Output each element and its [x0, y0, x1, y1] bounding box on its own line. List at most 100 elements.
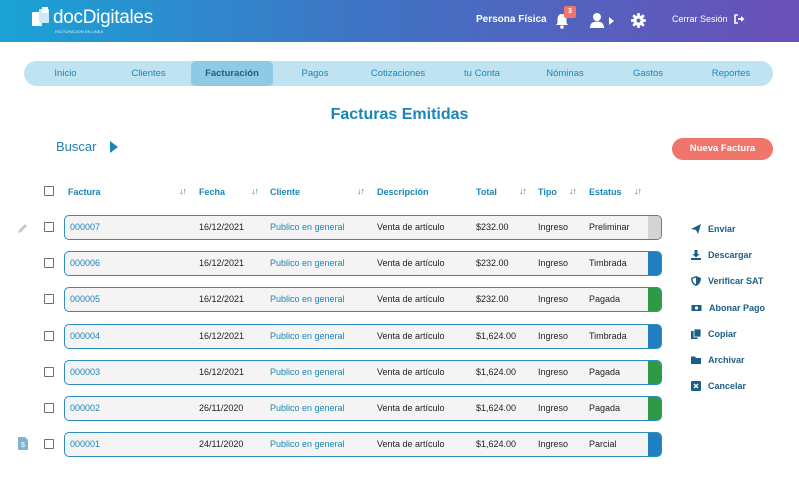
- new-invoice-button[interactable]: Nueva Factura: [672, 138, 773, 160]
- cell-total: $1,624.00: [476, 367, 517, 377]
- logout-button[interactable]: Cerrar Sesión: [672, 14, 745, 24]
- table-row[interactable]: 000001 24/11/2020 Publico en general Venta …: [64, 432, 662, 457]
- row-checkbox[interactable]: [44, 222, 54, 232]
- nav-item-gastos[interactable]: Gastos: [622, 61, 674, 86]
- cell-estatus: Timbrada: [589, 331, 627, 341]
- table-row[interactable]: 000007 16/12/2021 Publico en general Venta …: [64, 215, 662, 240]
- status-color-bar: [648, 216, 661, 239]
- cell-cliente[interactable]: Publico en general: [270, 397, 345, 420]
- cell-fecha: 16/12/2021: [199, 331, 245, 341]
- table-row[interactable]: 000006 16/12/2021 Publico en general Venta …: [64, 251, 662, 276]
- row-checkbox[interactable]: [44, 367, 54, 377]
- status-color-bar: [648, 397, 661, 420]
- expand-arrow-icon: [110, 140, 119, 153]
- cell-factura[interactable]: 000005: [70, 288, 100, 311]
- cell-total: $1,624.00: [476, 331, 517, 341]
- cell-factura[interactable]: 000003: [70, 361, 100, 384]
- cell-descripcion: Venta de artículo: [377, 294, 445, 304]
- cell-fecha: 26/11/2020: [199, 403, 244, 413]
- pencil-icon[interactable]: [17, 223, 28, 234]
- cell-estatus: Timbrada: [589, 258, 627, 268]
- cell-total: $232.00: [476, 258, 509, 268]
- cell-estatus: Parcial: [589, 439, 617, 449]
- action-copiar[interactable]: Copiar: [691, 327, 737, 341]
- nav-item-reportes[interactable]: Reportes: [702, 61, 760, 86]
- cell-factura[interactable]: 000004: [70, 325, 100, 348]
- cell-total: $232.00: [476, 294, 509, 304]
- table-row[interactable]: 000002 26/11/2020 Publico en general Venta …: [64, 396, 662, 421]
- search-label: Buscar: [56, 139, 97, 154]
- status-color-bar: [648, 288, 661, 311]
- action-verificar-sat[interactable]: Verificar SAT: [691, 274, 763, 288]
- cell-descripcion: Venta de artículo: [377, 258, 445, 268]
- nav-item-pagos[interactable]: Pagos: [290, 61, 340, 86]
- status-color-bar: [648, 252, 661, 275]
- cell-descripcion: Venta de artículo: [377, 222, 445, 232]
- action-abonar-pago[interactable]: Abonar Pago: [691, 301, 765, 315]
- cell-tipo: Ingreso: [538, 222, 569, 232]
- action-descargar[interactable]: Descargar: [691, 248, 752, 262]
- cell-total: $1,624.00: [476, 439, 517, 449]
- cell-cliente[interactable]: Publico en general: [270, 361, 345, 384]
- logo-subtitle: FACTURACION EN LINEA: [55, 29, 104, 34]
- invoice-file-icon[interactable]: $: [18, 437, 28, 450]
- cell-factura[interactable]: 000006: [70, 252, 100, 275]
- search-toggle[interactable]: Buscar: [56, 139, 119, 154]
- cell-fecha: 16/12/2021: [199, 294, 245, 304]
- user-menu-icon[interactable]: [590, 12, 616, 30]
- row-checkbox[interactable]: [44, 258, 54, 268]
- sort-icon[interactable]: ↓↑: [179, 186, 187, 196]
- notification-badge: 3: [564, 6, 576, 18]
- sort-icon[interactable]: ↓↑: [634, 186, 642, 196]
- action-archivar[interactable]: Archivar: [691, 353, 745, 367]
- nav-item-clientes[interactable]: Clientes: [120, 61, 177, 86]
- cell-tipo: Ingreso: [538, 439, 569, 449]
- nav-item-facturacion[interactable]: Facturación: [191, 61, 273, 86]
- table-row[interactable]: 000004 16/12/2021 Publico en general Venta …: [64, 324, 662, 349]
- row-checkbox[interactable]: [44, 439, 54, 449]
- gear-icon[interactable]: [631, 13, 646, 28]
- nav-item-cotizaciones[interactable]: Cotizaciones: [362, 61, 434, 86]
- nav-item-inicio[interactable]: Inicio: [42, 61, 89, 86]
- table-row[interactable]: 000005 16/12/2021 Publico en general Venta …: [64, 287, 662, 312]
- cell-descripcion: Venta de artículo: [377, 439, 445, 449]
- logo[interactable]: docDigitales FACTURACION EN LINEA: [32, 7, 153, 34]
- cell-cliente[interactable]: Publico en general: [270, 433, 345, 456]
- row-checkbox[interactable]: [44, 403, 54, 413]
- header-factura: Factura: [68, 187, 101, 197]
- status-color-bar: [648, 325, 661, 348]
- action-cancelar[interactable]: Cancelar: [691, 379, 746, 393]
- sort-icon[interactable]: ↓↑: [251, 186, 259, 196]
- sort-icon[interactable]: ↓↑: [357, 186, 365, 196]
- logout-icon: [733, 14, 745, 24]
- nav-item-tu-conta[interactable]: tu Conta: [454, 61, 510, 86]
- cell-estatus: Preliminar: [589, 222, 630, 232]
- action-enviar[interactable]: Enviar: [691, 222, 736, 236]
- cell-cliente[interactable]: Publico en general: [270, 288, 345, 311]
- cell-cliente[interactable]: Publico en general: [270, 252, 345, 275]
- page-title: Facturas Emitidas: [330, 106, 469, 123]
- logout-label: Cerrar Sesión: [672, 14, 728, 24]
- row-checkbox[interactable]: [44, 331, 54, 341]
- table-row[interactable]: 000003 16/12/2021 Publico en general Venta …: [64, 360, 662, 385]
- cell-cliente[interactable]: Publico en general: [270, 216, 345, 239]
- cell-cliente[interactable]: Publico en general: [270, 325, 345, 348]
- sort-icon[interactable]: ↓↑: [569, 186, 577, 196]
- cell-estatus: Pagada: [589, 294, 621, 304]
- cell-factura[interactable]: 000001: [70, 433, 100, 456]
- cell-tipo: Ingreso: [538, 367, 569, 377]
- money-icon: [691, 305, 702, 311]
- sort-icon[interactable]: ↓↑: [519, 186, 527, 196]
- cell-factura[interactable]: 000007: [70, 216, 100, 239]
- main-nav: Inicio Clientes Facturación Pagos Cotiza…: [24, 61, 773, 86]
- cell-factura[interactable]: 000002: [70, 397, 100, 420]
- send-icon: [691, 224, 701, 234]
- header-cliente: Cliente: [270, 187, 301, 197]
- cell-tipo: Ingreso: [538, 403, 569, 413]
- cell-fecha: 16/12/2021: [199, 222, 245, 232]
- header-total: Total: [476, 187, 497, 197]
- row-checkbox[interactable]: [44, 294, 54, 304]
- nav-item-nominas[interactable]: Nóminas: [536, 61, 594, 86]
- logo-text: docDigitales: [53, 7, 153, 28]
- select-all-checkbox[interactable]: [44, 186, 54, 196]
